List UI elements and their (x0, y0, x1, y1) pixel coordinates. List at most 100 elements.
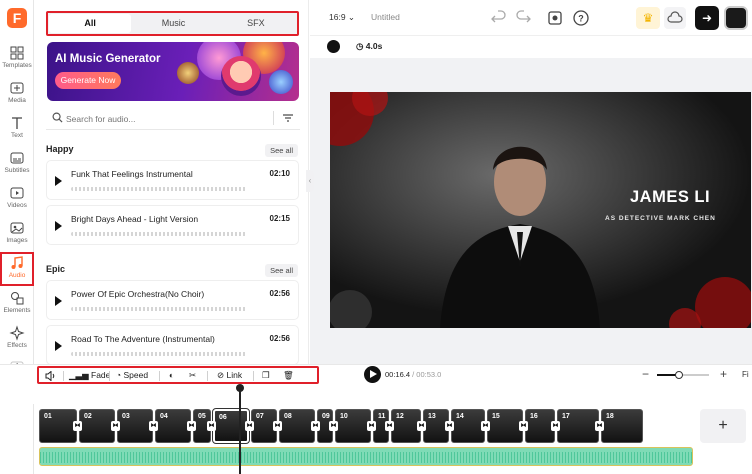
speed-button[interactable]: ◔ Speed (116, 370, 148, 380)
delete-icon[interactable]: 🗑 (283, 370, 294, 381)
search-input[interactable] (66, 111, 266, 127)
see-all-epic-button[interactable]: See all (265, 264, 298, 277)
play-icon[interactable] (55, 341, 62, 351)
play-icon[interactable] (55, 296, 62, 306)
aspect-ratio-select[interactable]: 16:9 ⌄ (329, 12, 355, 23)
link-button[interactable]: ⊘ Link (217, 370, 242, 381)
undo-icon[interactable] (490, 9, 508, 27)
clip-duration[interactable]: ◷ 4.0s (356, 41, 382, 52)
transition-icon[interactable]: ⧓ (385, 421, 394, 431)
timeline-clip[interactable]: 03 (117, 409, 153, 443)
link-label: Link (226, 370, 243, 380)
project-title[interactable]: Untitled (371, 12, 400, 22)
transition-icon[interactable]: ⧓ (551, 421, 560, 431)
background-color-swatch[interactable] (327, 40, 340, 53)
track-item[interactable]: Power Of Epic Orchestra(No Choir) 02:56 (46, 280, 299, 320)
audio-waveform (40, 452, 692, 463)
help-icon[interactable]: ? (572, 9, 590, 27)
timeline-clip[interactable]: 02 (79, 409, 115, 443)
timeline-clip[interactable]: 18 (601, 409, 643, 443)
transition-icon[interactable]: ⧓ (187, 421, 196, 431)
ai-music-banner[interactable]: AI Music Generator Generate Now (47, 42, 299, 101)
fit-button[interactable]: Fi (742, 370, 749, 379)
sidebar-item-media[interactable]: Media (0, 77, 34, 111)
sidebar-item-subtitles[interactable]: Subtitles (0, 147, 34, 181)
duplicate-icon[interactable]: ❐ (262, 370, 270, 381)
transition-icon[interactable]: ⧓ (273, 421, 282, 431)
timeline-clip[interactable]: 14 (451, 409, 485, 443)
crown-icon[interactable]: ♛ (636, 7, 660, 29)
transition-icon[interactable]: ⧓ (73, 421, 82, 431)
effects-icon (9, 325, 25, 341)
add-clip-button[interactable]: + (700, 409, 746, 443)
timeline-clip[interactable]: 04 (155, 409, 191, 443)
clip-number: 06 (219, 414, 227, 421)
generate-now-button[interactable]: Generate Now (55, 72, 121, 89)
timeline-clip[interactable]: 08 (279, 409, 315, 443)
export-button[interactable]: ➜ (695, 6, 719, 30)
sidebar-item-audio[interactable]: Audio (0, 252, 34, 286)
audio-track[interactable] (39, 447, 693, 466)
playhead[interactable] (239, 390, 241, 474)
toolbar-divider (207, 371, 208, 381)
redo-icon[interactable] (514, 9, 532, 27)
sidebar-item-images[interactable]: Images (0, 217, 34, 251)
sidebar-item-text[interactable]: Text (0, 112, 34, 146)
zoom-slider-handle[interactable] (674, 371, 683, 379)
volume-icon[interactable] (45, 371, 56, 381)
fade-button[interactable]: ▁▃▅ Fade (69, 370, 110, 381)
sidebar-item-label: Subtitles (4, 167, 30, 174)
track-item[interactable]: Bright Days Ahead - Light Version 02:15 (46, 205, 299, 245)
video-preview[interactable]: JAMES LI AS DETECTIVE MARK CHEN (330, 92, 751, 328)
clip-number: 15 (492, 413, 500, 420)
screen-record-icon[interactable] (546, 9, 564, 27)
transition-icon[interactable]: ⧓ (149, 421, 158, 431)
transition-icon[interactable]: ⧓ (245, 421, 254, 431)
playback-time: 00:16.4 / 00:53.0 (385, 370, 441, 379)
clip-number: 14 (456, 413, 464, 420)
sidebar-item-elements[interactable]: Elements (0, 287, 34, 321)
timeline-clip[interactable]: 15 (487, 409, 523, 443)
transition-icon[interactable]: ⧓ (481, 421, 490, 431)
see-all-happy-button[interactable]: See all (265, 144, 298, 157)
app-logo[interactable]: F (7, 8, 27, 28)
avatar[interactable] (724, 6, 748, 30)
filter-icon[interactable] (282, 112, 294, 124)
timeline-clip[interactable]: 01 (39, 409, 77, 443)
timeline-ruler[interactable] (0, 384, 752, 404)
sidebar-item-videos[interactable]: Videos (0, 182, 34, 216)
transition-icon[interactable]: ⧓ (311, 421, 320, 431)
transition-icon[interactable]: ⧓ (519, 421, 528, 431)
sidebar-item-templates[interactable]: Templates (0, 42, 34, 76)
tab-sfx[interactable]: SFX (215, 13, 297, 34)
timeline-clip[interactable]: 17 (557, 409, 599, 443)
transition-icon[interactable]: ⧓ (329, 421, 338, 431)
tab-music[interactable]: Music (132, 13, 214, 34)
clip-duration-value: 4.0s (365, 41, 383, 51)
transition-icon[interactable]: ⧓ (445, 421, 454, 431)
transition-icon[interactable]: ⧓ (207, 421, 216, 431)
track-item[interactable]: Road To The Adventure (Instrumental) 02:… (46, 325, 299, 365)
clip-number: 18 (606, 413, 614, 420)
tab-all[interactable]: All (49, 14, 132, 33)
timeline-clip[interactable]: 10 (335, 409, 371, 443)
play-icon[interactable] (55, 221, 62, 231)
collapse-panel-handle[interactable]: ‹ (306, 170, 314, 192)
track-item[interactable]: Funk That Feelings Instrumental 02:10 (46, 160, 299, 200)
split-icon[interactable]: ✂ (189, 370, 196, 381)
timeline-clip[interactable]: 06 (212, 408, 250, 444)
zoom-out-button[interactable]: − (642, 367, 649, 381)
clip-number: 13 (428, 413, 436, 420)
zoom-in-button[interactable]: + (720, 367, 727, 381)
transition-icon[interactable]: ⧓ (595, 421, 604, 431)
transition-icon[interactable]: ⧓ (111, 421, 120, 431)
play-button[interactable] (364, 366, 381, 383)
canvas-stage: ◷ 4.0s JAMES LI AS DETECTIVE MARK CHEN (310, 36, 752, 364)
play-icon[interactable] (55, 176, 62, 186)
transition-icon[interactable]: ⧓ (417, 421, 426, 431)
reverse-icon[interactable]: ◐ (169, 370, 174, 380)
zoom-slider[interactable] (657, 371, 709, 379)
transition-icon[interactable]: ⧓ (367, 421, 376, 431)
cloud-icon[interactable] (664, 7, 686, 29)
sidebar-item-effects[interactable]: Effects (0, 322, 34, 356)
